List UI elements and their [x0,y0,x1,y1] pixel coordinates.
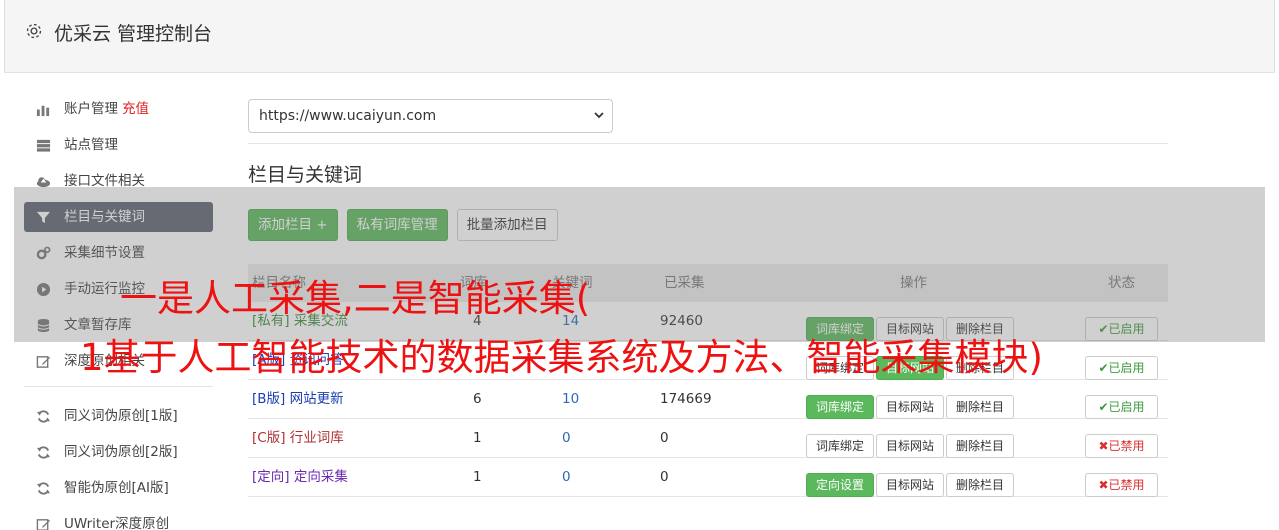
collected-count: 174669 [660,391,712,407]
keyword-count[interactable]: 0 [562,419,571,458]
column-title: 网站更新 [289,391,344,407]
sidebar-item-label: 站点管理 [64,137,118,153]
table-row: [C版] 行业词库 1 0 0 词库绑定 目标网站 删除栏目 ✖已禁用 [248,419,1168,458]
status-toggle[interactable]: ✔已启用 [1085,356,1158,380]
refresh-icon [36,446,51,459]
status-toggle[interactable]: ✔已启用 [1085,395,1158,419]
overlay-caption-line-1: 一是人工采集,二是智能采集( [120,277,591,320]
edit-icon [36,519,51,530]
bind-lexicon-button[interactable]: 词库绑定 [806,434,875,458]
column-tag: [C版] [252,430,286,446]
table-row: [定向] 定向采集 1 0 0 定向设置 目标网站 删除栏目 ✖已禁用 [248,458,1168,497]
column-tag: [定向] [252,469,290,485]
target-site-button[interactable]: 目标网站 [876,434,945,458]
collected-count: 0 [660,469,669,485]
sidebar-item-uwriter[interactable]: UWriter深度原创 [24,509,213,530]
column-title: 行业词库 [289,430,344,446]
sidebar-item-account[interactable]: 账户管理 充值 [24,94,213,124]
sidebar-item-synonym-v2[interactable]: 同义词伪原创[2版] [24,437,213,467]
lexicon-count: 1 [473,469,482,485]
sidebar-item-sites[interactable]: 站点管理 [24,130,213,160]
column-name[interactable]: [C版] 行业词库 [252,419,344,458]
sidebar-item-label: 智能伪原创[AI版] [64,480,169,496]
column-name[interactable]: [定向] 定向采集 [252,458,348,497]
sidebar-item-label: 同义词伪原创[1版] [64,408,178,424]
overlay-caption-line-2: 1基于人工智能技术的数据采集系统及方法、智能采集模块) [80,336,1043,379]
bind-lexicon-button[interactable]: 词库绑定 [806,395,875,419]
divider [248,143,1168,144]
app-header: 优采云 管理控制台 [4,0,1275,73]
site-select[interactable]: https://www.ucaiyun.com [248,99,613,133]
lexicon-count: 6 [473,391,482,407]
sidebar-divider [24,386,213,387]
bar-chart-icon [36,105,50,117]
row-actions: 定向设置 目标网站 删除栏目 [806,466,1016,505]
collected-count: 0 [660,430,669,446]
delete-column-button[interactable]: 删除栏目 [946,395,1015,419]
main-content: https://www.ucaiyun.com 栏目与关键词 添加栏目 + 私有词… [248,99,1168,497]
refresh-icon [36,410,51,423]
keyword-count[interactable]: 10 [562,380,579,419]
table-row: [B版] 网站更新 6 10 174669 词库绑定 目标网站 删除栏目 ✔已启用 [248,380,1168,419]
chevron-down-icon [594,112,604,119]
sidebar-item-synonym-v1[interactable]: 同义词伪原创[1版] [24,401,213,431]
server-icon [36,139,51,152]
sidebar-item-label: 同义词伪原创[2版] [64,444,178,460]
delete-column-button[interactable]: 删除栏目 [946,434,1015,458]
sidebar-item-ai-original[interactable]: 智能伪原创[AI版] [24,473,213,503]
lexicon-count: 1 [473,430,482,446]
column-title: 定向采集 [293,469,348,485]
column-name[interactable]: [B版] 网站更新 [252,380,344,419]
app-title: 优采云 管理控制台 [54,23,213,45]
site-select-value: https://www.ucaiyun.com [259,108,437,124]
sidebar-item-label: UWriter深度原创 [64,516,170,530]
section-title: 栏目与关键词 [248,164,363,186]
directed-settings-button[interactable]: 定向设置 [806,473,875,497]
refresh-icon [36,482,51,495]
target-site-button[interactable]: 目标网站 [876,395,945,419]
column-tag: [B版] [252,391,286,407]
status-toggle[interactable]: ✖已禁用 [1085,434,1158,458]
status-toggle[interactable]: ✖已禁用 [1085,473,1158,497]
sidebar-item-label: 账户管理 [64,101,118,117]
edit-icon [36,356,51,368]
recharge-link[interactable]: 充值 [122,101,149,117]
target-site-button[interactable]: 目标网站 [876,473,945,497]
keyword-count[interactable]: 0 [562,458,571,497]
status-cell: ✖已禁用 [1085,466,1158,505]
delete-column-button[interactable]: 删除栏目 [946,473,1015,497]
gear-icon [26,23,42,39]
